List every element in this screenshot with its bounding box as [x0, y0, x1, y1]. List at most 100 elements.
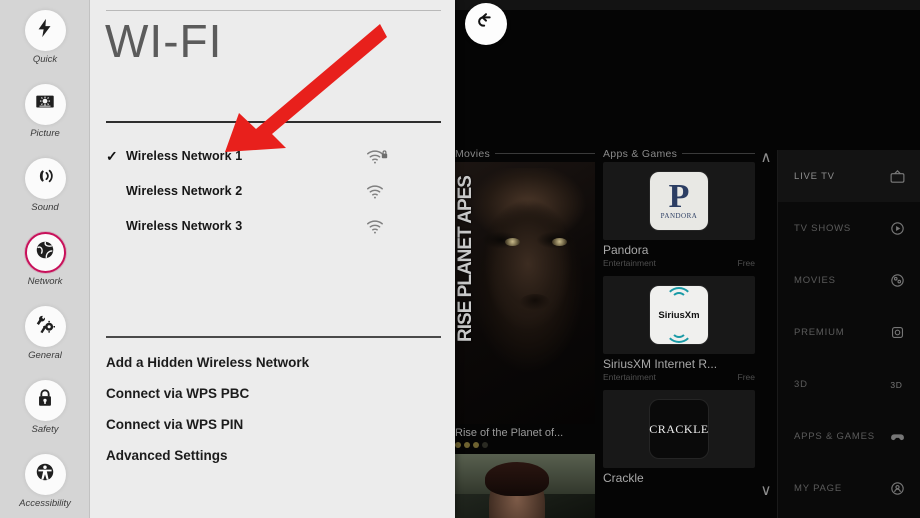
three-d-icon: 3D: [889, 376, 906, 393]
app-category-label: Entertainment: [603, 258, 656, 268]
rail-item-safety[interactable]: Safety: [0, 370, 90, 444]
scroll-down-chevron-icon[interactable]: ∨: [755, 483, 777, 498]
panel-top-divider: [106, 10, 441, 11]
rail-icon-wrap: [24, 231, 66, 273]
movies-section-header: Movies: [455, 140, 595, 162]
poster-eye-right: [552, 238, 567, 246]
rail-item-quick[interactable]: Quick: [0, 0, 90, 74]
app-tile-pandora[interactable]: P PANDORA: [603, 162, 755, 240]
app-name-label: Pandora: [603, 243, 649, 257]
movie-title-caption: Rise of the Planet of...: [455, 427, 564, 439]
film-reel-icon: [889, 272, 906, 289]
wifi-network-name: Wireless Network 1: [126, 148, 243, 163]
pandora-logo-letter: P: [668, 177, 690, 215]
rail-item-sound[interactable]: Sound: [0, 148, 90, 222]
wifi-network-list: ✓ Wireless Network 1 Wireless Network 2 …: [106, 138, 441, 243]
menu-item-wps-pin[interactable]: Connect via WPS PIN: [106, 409, 441, 440]
star-filled: [455, 442, 461, 448]
rail-item-network[interactable]: Network: [0, 222, 90, 296]
movies-column: Movies RISE PLANET APES Rise of the Plan…: [455, 140, 595, 518]
content-scrollbar[interactable]: ∧ ∨: [755, 140, 777, 518]
nav-item-3d[interactable]: 3D 3D: [778, 358, 920, 410]
nav-item-apps-games[interactable]: APPS & GAMES: [778, 410, 920, 462]
rail-item-accessibility[interactable]: Accessibility: [0, 444, 90, 518]
siriusxm-wave-inner-bottom: [671, 322, 687, 338]
rail-item-label: Safety: [31, 423, 59, 435]
movie-poster-tile[interactable]: RISE PLANET APES: [455, 162, 595, 424]
star-empty: [482, 442, 488, 448]
rail-item-picture[interactable]: Picture: [0, 74, 90, 148]
movie-poster-art: [469, 168, 587, 400]
star-filled: [473, 442, 479, 448]
rail-item-general[interactable]: General: [0, 296, 90, 370]
apps-games-column: Apps & Games P PANDORA Pandora Entertain…: [603, 140, 755, 518]
networks-top-divider: [106, 121, 441, 123]
apps-section-label: Apps & Games: [603, 147, 678, 160]
poster-nose: [520, 294, 550, 310]
movie-poster-tile-2[interactable]: [455, 454, 595, 518]
crackle-logo-wordmark: CRACKLE: [649, 421, 709, 436]
siriusxm-icon: SiriusXm: [650, 286, 708, 344]
siriusxm-wave-inner-top: [671, 292, 687, 308]
wifi-network-name: Wireless Network 2: [126, 183, 243, 198]
menu-item-wps-pbc[interactable]: Connect via WPS PBC: [106, 378, 441, 409]
section-rule: [495, 153, 595, 154]
wifi-network-name: Wireless Network 3: [126, 218, 243, 233]
back-arrow-icon: [475, 11, 497, 38]
nav-label: MY PAGE: [794, 482, 843, 494]
star-badge-icon: [889, 324, 906, 341]
tv-icon: [889, 168, 906, 185]
rail-item-label: Accessibility: [19, 497, 71, 509]
nav-item-live-tv[interactable]: LIVE TV: [778, 150, 920, 202]
accessibility-icon: [34, 461, 56, 488]
lightning-bolt-icon: [34, 17, 56, 44]
rail-item-label: General: [28, 349, 62, 361]
wifi-panel: WI-FI ✓ Wireless Network 1 Wireless Netw…: [90, 0, 455, 518]
poster-vertical-title: RISE PLANET APES: [455, 176, 476, 342]
connected-check-icon: ✓: [106, 147, 118, 164]
rail-item-label: Quick: [32, 53, 58, 65]
rail-icon-wrap: [24, 379, 66, 421]
menu-item-advanced-settings[interactable]: Advanced Settings: [106, 440, 441, 471]
app-meta-row: Entertainment Free: [603, 371, 755, 382]
wifi-network-row-3[interactable]: Wireless Network 3: [106, 208, 441, 243]
menu-item-add-hidden-network[interactable]: Add a Hidden Wireless Network: [106, 347, 441, 378]
sound-wave-icon: [34, 165, 56, 192]
nav-label: PREMIUM: [794, 326, 845, 338]
nav-item-movies[interactable]: MOVIES: [778, 254, 920, 306]
settings-overlay: Quick Picture Sound Network General Safe…: [0, 0, 455, 518]
nav-label: MOVIES: [794, 274, 836, 286]
nav-label: TV SHOWS: [794, 222, 852, 234]
rail-icon-wrap: [24, 157, 66, 199]
nav-item-my-page[interactable]: MY PAGE: [778, 462, 920, 514]
rail-icon-wrap: [24, 453, 66, 495]
rail-item-label: Picture: [30, 127, 60, 139]
back-button[interactable]: [465, 3, 507, 45]
wifi-lock-icon: [365, 146, 391, 166]
rail-icon-wrap: [24, 9, 66, 51]
app-price-label: Free: [737, 372, 755, 382]
wifi-icon: [365, 216, 391, 236]
wrench-gear-icon: [34, 313, 56, 340]
wifi-network-row-2[interactable]: Wireless Network 2: [106, 173, 441, 208]
app-tile-siriusxm[interactable]: SiriusXm: [603, 276, 755, 354]
app-price-label: Free: [737, 258, 755, 268]
nav-item-tv-shows[interactable]: TV SHOWS: [778, 202, 920, 254]
wifi-network-row-1[interactable]: ✓ Wireless Network 1: [106, 138, 441, 173]
lock-icon: [34, 387, 56, 414]
apps-section-header: Apps & Games: [603, 140, 755, 162]
nav-label: APPS & GAMES: [794, 430, 875, 442]
crackle-icon: CRACKLE: [649, 400, 709, 458]
nav-label: LIVE TV: [794, 170, 835, 182]
tv-content-area: Movies RISE PLANET APES Rise of the Plan…: [455, 140, 755, 518]
screen-root: Movies RISE PLANET APES Rise of the Plan…: [0, 0, 920, 518]
scroll-up-chevron-icon[interactable]: ∧: [755, 150, 777, 165]
wifi-icon: [365, 181, 391, 201]
nav-item-premium[interactable]: PREMIUM: [778, 306, 920, 358]
app-tile-crackle[interactable]: CRACKLE: [603, 390, 755, 468]
app-category-label: Entertainment: [603, 372, 656, 382]
rail-icon-wrap: [24, 83, 66, 125]
play-badge-icon: [889, 220, 906, 237]
movie-star-rating: [455, 439, 595, 448]
person-badge-icon: [889, 480, 906, 497]
